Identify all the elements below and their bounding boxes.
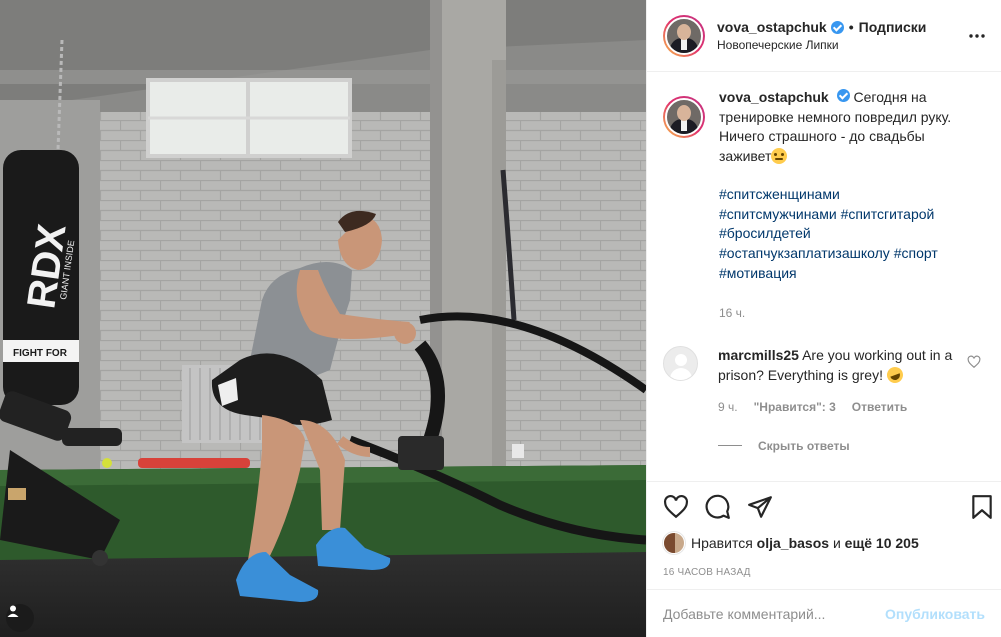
liker-avatar[interactable]: [663, 532, 685, 554]
hashtag-link[interactable]: #спитсженщинами: [719, 186, 840, 202]
post-timestamp[interactable]: 16 ЧАСОВ НАЗАД: [663, 567, 985, 578]
post-header: vova_ostapchuk • Подписки Новопечерские …: [647, 0, 1001, 72]
more-icon: [969, 34, 985, 38]
caption-body: vova_ostapchuk Сегодня на тренировке нем…: [719, 88, 969, 323]
comment-item: marcmills25 Are you working out in a pri…: [663, 346, 985, 418]
comment-body: marcmills25 Are you working out in a pri…: [718, 346, 953, 418]
likes-connector: и: [832, 535, 841, 551]
verified-icon: [836, 89, 850, 102]
bag-slogan: FIGHT FOR: [13, 348, 68, 359]
heart-icon[interactable]: [663, 494, 689, 520]
likes-prefix: Нравится: [691, 535, 753, 551]
likes-summary: Нравится olja_basos и ещё 10 205: [663, 532, 985, 554]
caption-time[interactable]: 16 ч.: [719, 304, 969, 324]
hashtag-link[interactable]: #спитсмужчинами: [719, 206, 837, 222]
replies-line: [718, 445, 742, 447]
header-text: vova_ostapchuk • Подписки Новопечерские …: [717, 18, 926, 53]
user-tag-icon: [7, 605, 19, 617]
comment-time[interactable]: 9 ч.: [718, 398, 738, 418]
user-tag-button[interactable]: [6, 604, 34, 632]
rofl-emoji-icon: [884, 364, 906, 385]
comments-area[interactable]: vova_ostapchuk Сегодня на тренировке нем…: [647, 72, 1001, 481]
hide-replies-button[interactable]: Скрыть ответы: [718, 439, 985, 453]
bookmark-icon[interactable]: [969, 494, 995, 520]
dot-separator: •: [848, 19, 854, 35]
hashtag-link[interactable]: #мотивация: [719, 265, 797, 281]
caption-username[interactable]: vova_ostapchuk: [719, 89, 829, 105]
post-actions: Нравится olja_basos и ещё 10 205 16 ЧАСО…: [647, 481, 1001, 589]
grimace-emoji-icon: [771, 147, 788, 164]
comment-likes[interactable]: "Нравится": 3: [754, 398, 836, 418]
post-photo[interactable]: FIGHT FOR RDX GIANT INSIDE: [0, 0, 646, 637]
caption-hashtags: #спитсженщинами #спитсмужчинами #спитсги…: [719, 185, 969, 284]
comment-icon[interactable]: [705, 494, 731, 520]
publish-button[interactable]: Опубликовать: [885, 606, 985, 622]
add-comment-bar: Опубликовать: [647, 589, 1001, 637]
hashtag-link[interactable]: #спитсгитарой: [841, 206, 935, 222]
hashtag-link[interactable]: #бросилдетей: [719, 225, 811, 241]
gym-scene: FIGHT FOR RDX GIANT INSIDE: [0, 0, 646, 637]
comment-input[interactable]: [663, 605, 886, 622]
post-panel: vova_ostapchuk • Подписки Новопечерские …: [646, 0, 1001, 637]
comment-meta: 9 ч. "Нравится": 3 Ответить: [718, 398, 953, 418]
caption-avatar[interactable]: [663, 96, 705, 138]
share-icon[interactable]: [747, 494, 773, 520]
author-avatar[interactable]: [663, 14, 705, 57]
following-button[interactable]: Подписки: [859, 18, 927, 36]
reply-button[interactable]: Ответить: [852, 398, 907, 418]
hashtag-link[interactable]: #спорт: [894, 245, 938, 261]
verified-icon: [830, 20, 844, 34]
comment-heart-icon[interactable]: [967, 355, 981, 369]
comment-username[interactable]: marcmills25: [718, 347, 799, 363]
more-options-button[interactable]: [965, 24, 989, 48]
post-dialog: FIGHT FOR RDX GIANT INSIDE vova_ostapchu…: [0, 0, 1001, 637]
commenter-avatar[interactable]: [663, 346, 698, 382]
hide-replies-label: Скрыть ответы: [758, 438, 850, 453]
author-username[interactable]: vova_ostapchuk: [717, 18, 827, 36]
post-location[interactable]: Новопечерские Липки: [717, 37, 926, 53]
likes-count[interactable]: ещё 10 205: [845, 535, 919, 551]
liker-username[interactable]: olja_basos: [757, 535, 829, 551]
caption: vova_ostapchuk Сегодня на тренировке нем…: [663, 88, 985, 323]
hashtag-link[interactable]: #остапчукзаплатизашколу: [719, 245, 890, 261]
